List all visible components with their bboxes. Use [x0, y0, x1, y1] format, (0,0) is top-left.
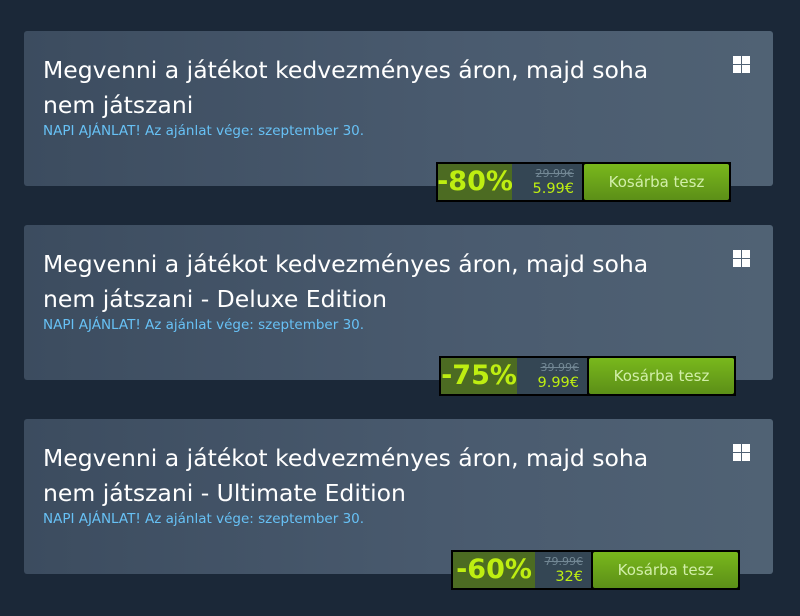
windows-icon — [733, 56, 750, 73]
discount-percent: -80% — [437, 164, 513, 200]
offer-card[interactable]: Megvenni a játékot kedvezményes áron, ma… — [24, 419, 773, 590]
purchase-area: -60% 79.99€ 32€ Kosárba tesz — [451, 550, 740, 590]
final-price: 5.99€ — [532, 181, 574, 197]
add-to-cart-button[interactable]: Kosárba tesz — [589, 358, 734, 394]
offer-title: Megvenni a játékot kedvezményes áron, ma… — [43, 56, 649, 119]
price-block: 79.99€ 32€ — [535, 552, 591, 588]
price-block: 39.99€ 9.99€ — [517, 358, 587, 394]
offer-expiry: NAPI AJÁNLAT! Az ajánlat vége: szeptembe… — [43, 317, 365, 333]
offer-title: Megvenni a játékot kedvezményes áron, ma… — [43, 444, 649, 507]
add-to-cart-button[interactable]: Kosárba tesz — [593, 552, 738, 588]
offer-card[interactable]: Megvenni a játékot kedvezményes áron, ma… — [24, 225, 773, 396]
purchase-area: -75% 39.99€ 9.99€ Kosárba tesz — [439, 356, 736, 396]
offer-card[interactable]: Megvenni a játékot kedvezményes áron, ma… — [24, 31, 773, 202]
final-price: 9.99€ — [537, 375, 579, 391]
final-price: 32€ — [555, 569, 583, 585]
offer-expiry: NAPI AJÁNLAT! Az ajánlat vége: szeptembe… — [43, 123, 365, 139]
original-price: 39.99€ — [540, 361, 580, 374]
offer-title: Megvenni a játékot kedvezményes áron, ma… — [43, 250, 649, 313]
add-to-cart-button[interactable]: Kosárba tesz — [584, 164, 729, 200]
windows-icon — [733, 444, 750, 461]
purchase-area: -80% 29.99€ 5.99€ Kosárba tesz — [436, 162, 731, 202]
original-price: 79.99€ — [544, 555, 584, 568]
discount-percent: -75% — [441, 358, 517, 394]
price-block: 29.99€ 5.99€ — [512, 164, 582, 200]
discount-percent: -60% — [453, 552, 535, 588]
offer-expiry: NAPI AJÁNLAT! Az ajánlat vége: szeptembe… — [43, 511, 365, 527]
windows-icon — [733, 250, 750, 267]
original-price: 29.99€ — [535, 167, 575, 180]
